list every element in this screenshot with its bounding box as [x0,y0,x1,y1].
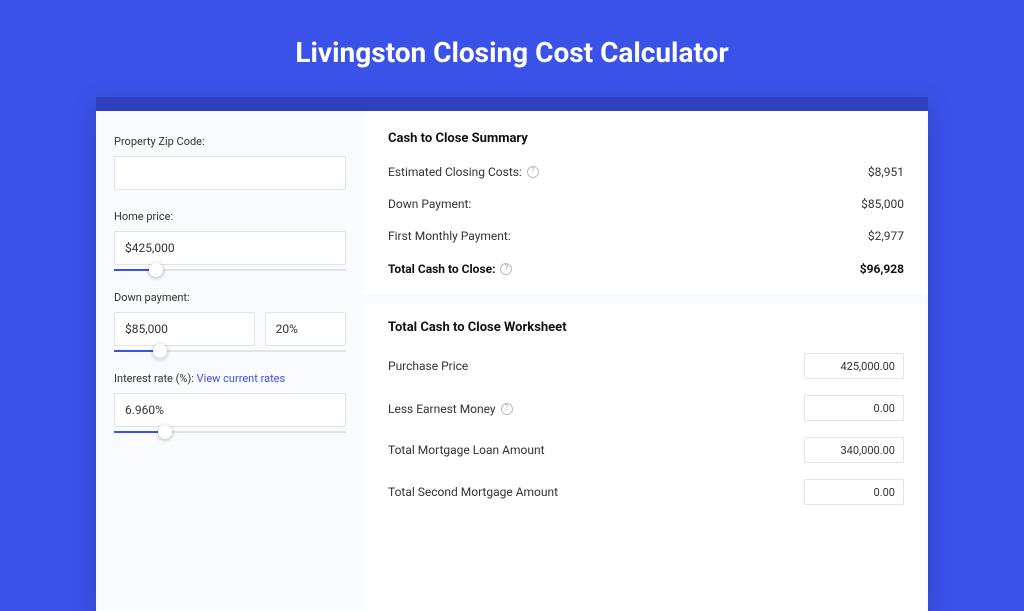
down-payment-slider[interactable] [114,350,346,352]
view-rates-link[interactable]: View current rates [197,372,286,385]
summary-row-total: Total Cash to Close: $96,928 [388,261,904,276]
calculator-body: Property Zip Code: Home price: Down paym… [96,111,928,611]
worksheet-row-mortgage-amount: Total Mortgage Loan Amount 340,000.00 [388,437,904,463]
rate-label-text: Interest rate (%): [114,372,194,385]
summary-total-label-text: Total Cash to Close: [388,262,495,276]
worksheet-row-earnest-money: Less Earnest Money 0.00 [388,395,904,421]
worksheet-row-purchase-price: Purchase Price 425,000.00 [388,353,904,379]
field-interest-rate: Interest rate (%): View current rates [114,372,346,433]
summary-total-value: $96,928 [860,262,904,276]
home-price-input[interactable] [114,231,346,265]
field-down-payment: Down payment: [114,291,346,352]
interest-rate-label: Interest rate (%): View current rates [114,372,346,385]
worksheet-label: Purchase Price [388,359,468,373]
summary-label: Down Payment: [388,197,471,211]
summary-title: Cash to Close Summary [388,131,904,146]
section-divider [364,294,928,304]
worksheet-label: Total Second Mortgage Amount [388,485,558,499]
calculator-card: Property Zip Code: Home price: Down paym… [96,97,928,611]
info-icon[interactable] [501,403,513,415]
worksheet-value[interactable]: 340,000.00 [804,437,904,463]
summary-label-text: Estimated Closing Costs: [388,165,522,179]
down-payment-pct-input[interactable] [265,312,346,346]
slider-thumb-icon[interactable] [153,344,167,358]
home-price-slider[interactable] [114,269,346,271]
info-icon[interactable] [527,166,539,178]
info-icon[interactable] [500,263,512,275]
worksheet-label-text: Less Earnest Money [388,402,496,416]
summary-label: Estimated Closing Costs: [388,164,539,179]
interest-rate-input[interactable] [114,393,346,427]
worksheet-value[interactable]: 0.00 [804,395,904,421]
down-payment-label: Down payment: [114,291,346,304]
summary-total-label: Total Cash to Close: [388,261,512,276]
field-zip: Property Zip Code: [114,135,346,190]
field-home-price: Home price: [114,210,346,271]
worksheet-title: Total Cash to Close Worksheet [388,320,904,335]
results-panel: Cash to Close Summary Estimated Closing … [364,111,928,611]
summary-value: $8,951 [868,165,904,179]
summary-value: $2,977 [868,229,904,243]
worksheet-value[interactable]: 425,000.00 [804,353,904,379]
page-title: Livingston Closing Cost Calculator [0,0,1024,97]
summary-row-down-payment: Down Payment: $85,000 [388,197,904,211]
summary-row-closing-costs: Estimated Closing Costs: $8,951 [388,164,904,179]
worksheet-label: Total Mortgage Loan Amount [388,443,545,457]
summary-label: First Monthly Payment: [388,229,511,243]
worksheet-value[interactable]: 0.00 [804,479,904,505]
slider-thumb-icon[interactable] [158,425,172,439]
down-payment-input[interactable] [114,312,255,346]
worksheet-row-second-mortgage: Total Second Mortgage Amount 0.00 [388,479,904,505]
summary-row-first-payment: First Monthly Payment: $2,977 [388,229,904,243]
home-price-label: Home price: [114,210,346,223]
summary-value: $85,000 [861,197,904,211]
interest-rate-slider[interactable] [114,431,346,433]
zip-label: Property Zip Code: [114,135,346,148]
inputs-panel: Property Zip Code: Home price: Down paym… [96,111,364,611]
zip-input[interactable] [114,156,346,190]
slider-thumb-icon[interactable] [149,263,163,277]
worksheet-label: Less Earnest Money [388,401,513,416]
